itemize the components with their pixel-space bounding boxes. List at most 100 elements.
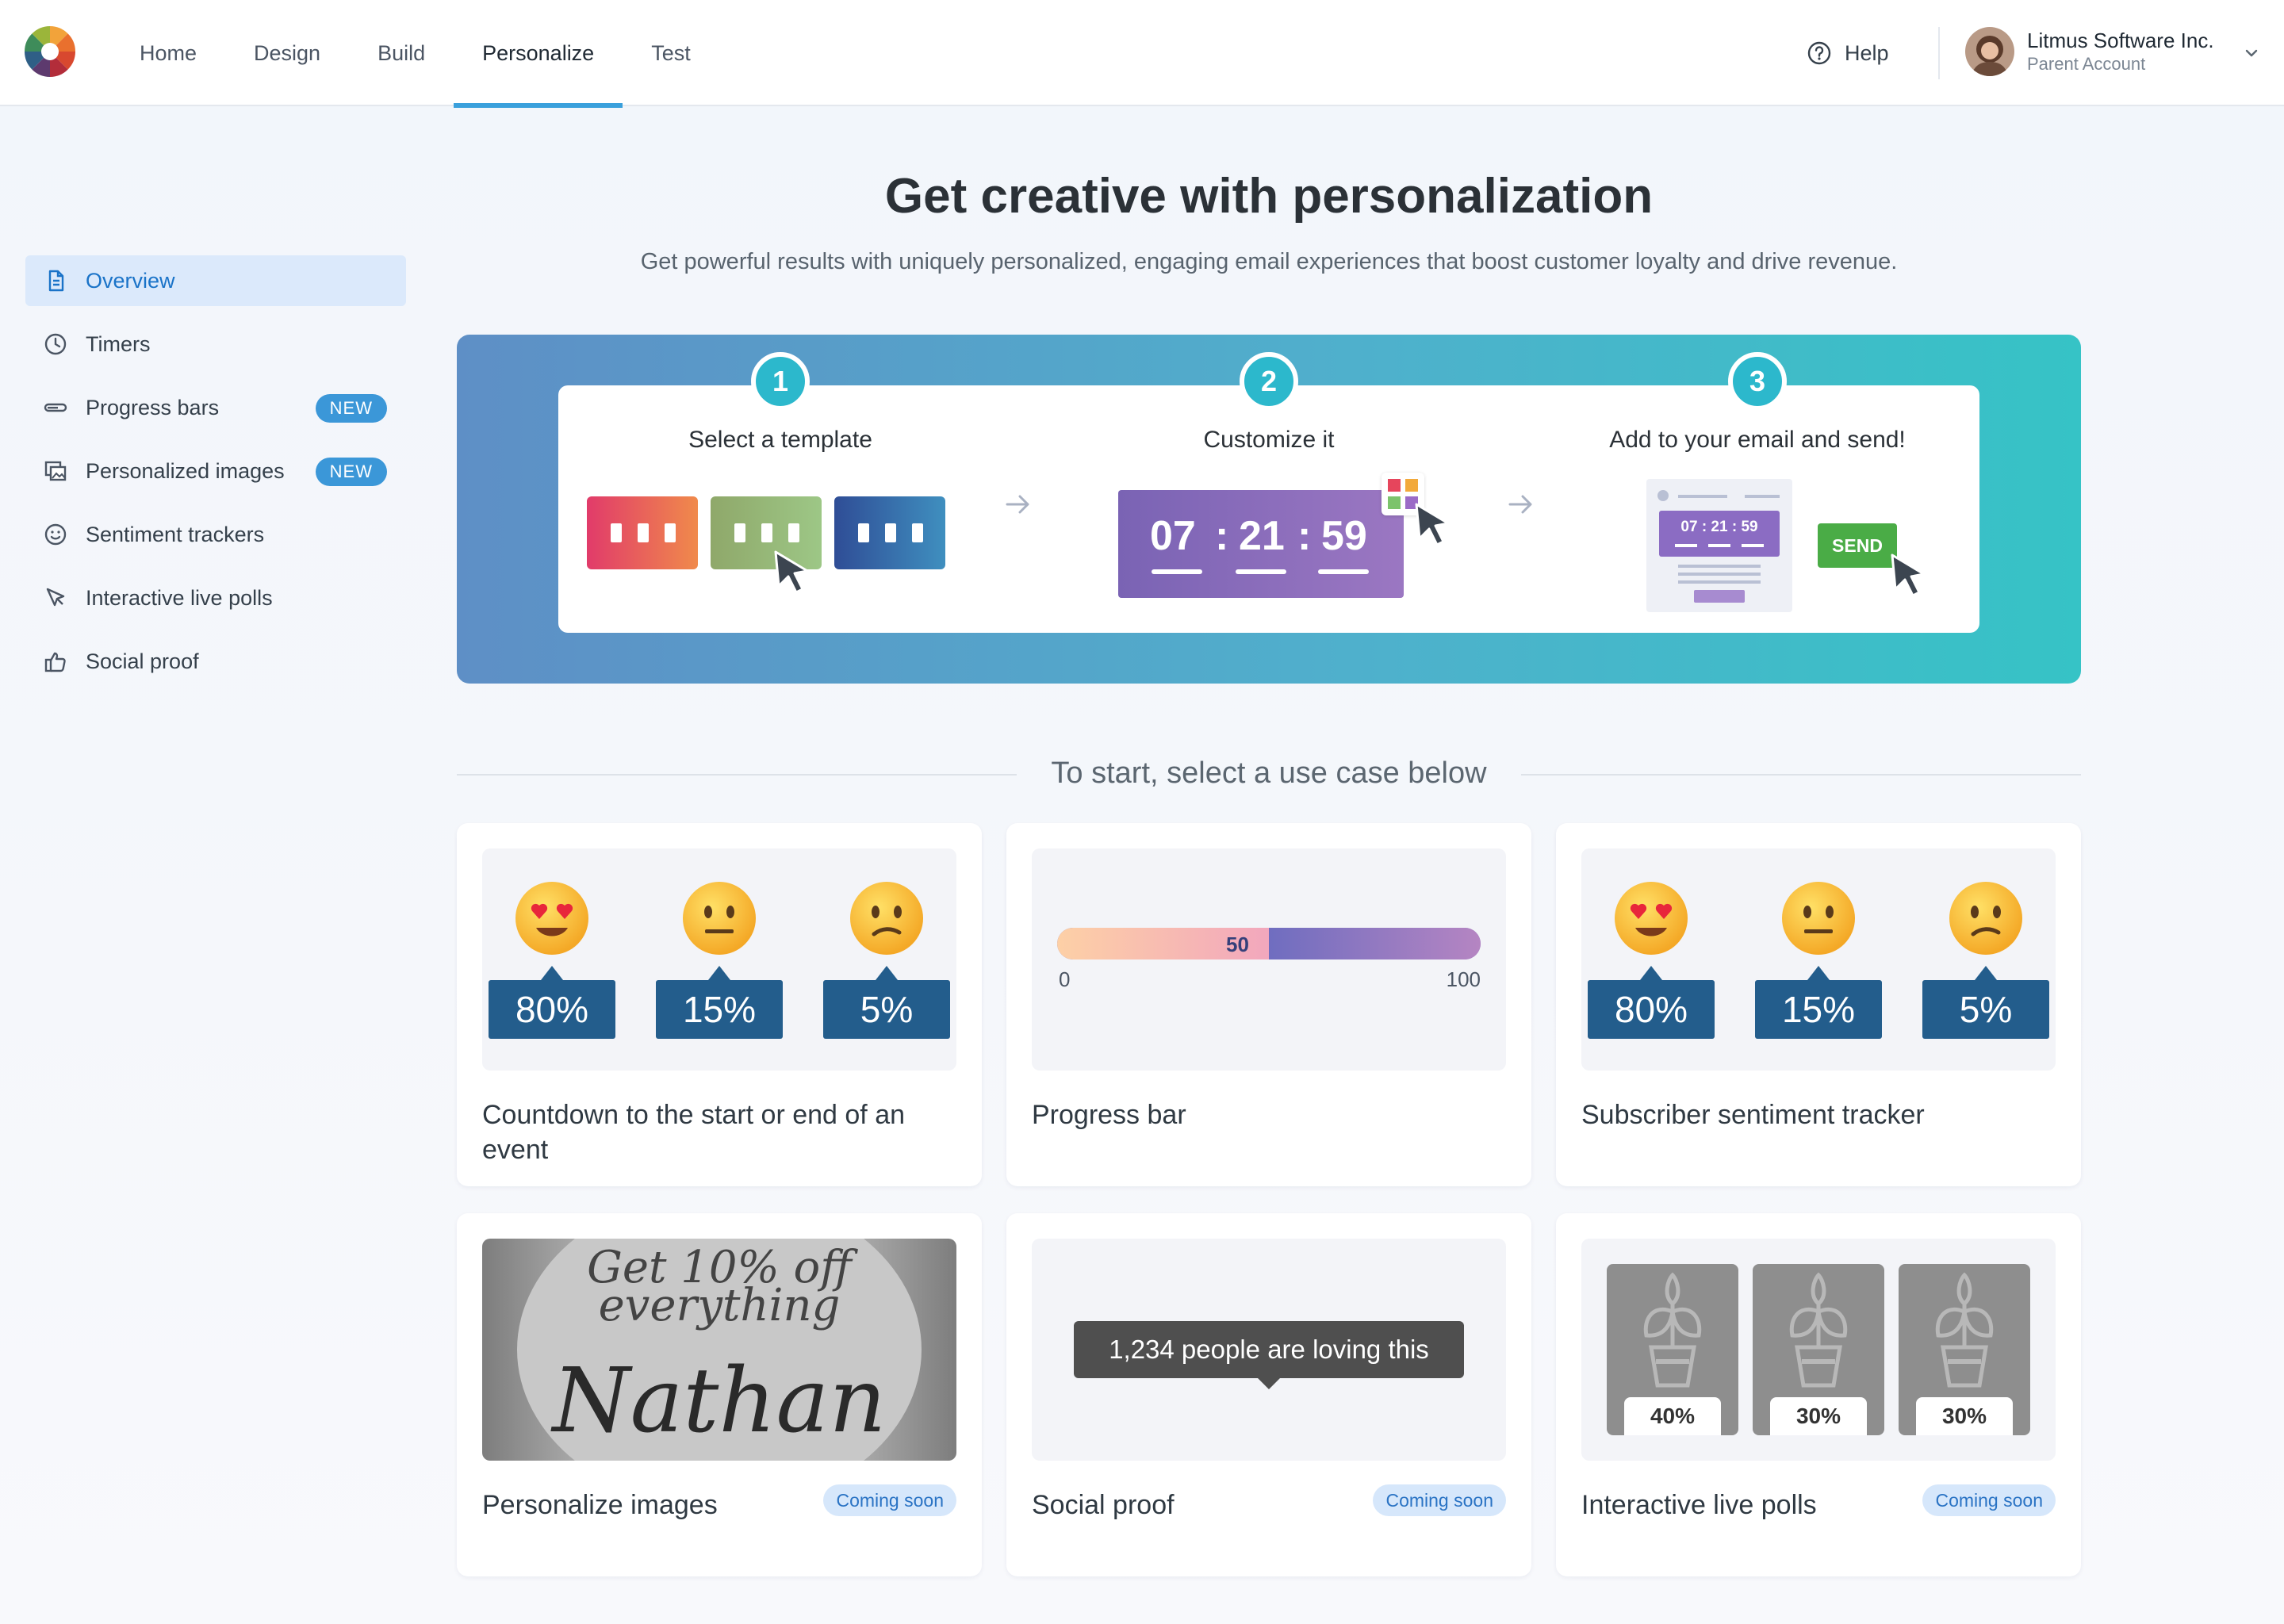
progress-thumbnail: 50 0 100 <box>1032 848 1506 1071</box>
poll-thumbnail: 40% 30% 30% <box>1581 1239 2056 1461</box>
section-divider: To start, select a use case below <box>457 752 2081 796</box>
poll-percent: 30% <box>1916 1397 2013 1435</box>
cursor-icon <box>46 588 65 607</box>
sidebar-item-sentiment-trackers[interactable]: Sentiment trackers <box>25 509 406 560</box>
poll-percent: 30% <box>1770 1397 1867 1435</box>
poll-option: 30% <box>1753 1264 1884 1435</box>
nav-personalize-label: Personalize <box>482 40 595 65</box>
use-case-card-progress-bar[interactable]: 50 0 100 Progress bar <box>1006 823 1531 1186</box>
pointer-cursor-icon <box>1891 553 1926 597</box>
step-label: Select a template <box>688 427 872 453</box>
social-proof-tooltip: 1,234 people are loving this <box>1074 1321 1464 1389</box>
sidebar-item-label: Timers <box>86 331 151 356</box>
litmus-logo-icon[interactable] <box>24 25 76 78</box>
thumbs-up-icon <box>44 652 66 672</box>
step-number: 3 <box>1728 352 1787 411</box>
nav-test-label: Test <box>651 40 691 65</box>
account-menu[interactable]: Litmus Software Inc. Parent Account <box>1965 27 2258 76</box>
use-case-card-countdown[interactable]: 80% 15% 5% Countdown to the start or end… <box>457 823 982 1186</box>
nav-home[interactable]: Home <box>111 0 225 106</box>
progress-remaining <box>1269 928 1481 959</box>
pointer-cursor-icon <box>774 550 809 594</box>
main-nav: Home Design Build Personalize Test <box>111 0 719 108</box>
chevron-down-icon[interactable] <box>2243 44 2260 62</box>
pointer-cursor-icon <box>1415 503 1450 546</box>
card-title: Countdown to the start or end of an even… <box>482 1100 906 1165</box>
timer-sep-2: : <box>1297 513 1312 559</box>
sidebar-item-progress-bars[interactable]: Progress bars NEW <box>25 382 406 433</box>
sidebar-item-interactive-live-polls[interactable]: Interactive live polls <box>25 573 406 623</box>
use-case-card-personalize-images[interactable]: Get 10% off everything Nathan Personaliz… <box>457 1213 982 1576</box>
sidebar-item-personalized-images[interactable]: Personalized images NEW <box>25 446 406 496</box>
nav-home-label: Home <box>140 40 197 65</box>
images-icon <box>44 461 67 481</box>
image-personalized-name: Nathan <box>552 1350 887 1453</box>
step-3: 3 Add to your email and send! 07 : 21 : … <box>1535 352 1979 633</box>
page-subtitle: Get powerful results with uniquely perso… <box>640 249 1898 274</box>
template-dots <box>611 523 923 542</box>
sentiment-percent: 5% <box>1922 966 2049 1039</box>
poll-option: 30% <box>1899 1264 2030 1435</box>
top-navigation-bar: Home Design Build Personalize Test Help … <box>0 0 2284 108</box>
sidebar-item-timers[interactable]: Timers <box>25 319 406 370</box>
sentiment-percent: 5% <box>823 966 950 1039</box>
plant-icon <box>1935 1272 1994 1388</box>
nav-personalize[interactable]: Personalize <box>454 0 623 108</box>
heart-eyes-emoji-icon <box>1615 882 1688 955</box>
page-title: Get creative with personalization <box>884 169 1654 224</box>
account-type: Parent Account <box>2027 54 2146 74</box>
step-2: 2 Customize it 07 : 21 : 59 <box>1047 352 1491 633</box>
smiley-icon <box>44 523 67 546</box>
coming-soon-badge: Coming soon <box>1922 1484 2056 1516</box>
timer-sep-1: : <box>1215 513 1229 559</box>
sidebar-item-label: Personalized images <box>86 458 285 483</box>
plant-icon <box>1643 1272 1702 1388</box>
new-badge: NEW <box>315 458 387 486</box>
steps-card: 1 Select a template 2 Customize it 07 : … <box>558 352 1979 633</box>
use-case-card-social-proof[interactable]: 1,234 people are loving this Social proo… <box>1006 1213 1531 1576</box>
nav-build[interactable]: Build <box>349 0 454 106</box>
mini-timer: 07 : 21 : 59 <box>1680 519 1758 535</box>
step-number: 1 <box>751 352 810 411</box>
clock-icon <box>44 333 67 355</box>
help-label: Help <box>1845 40 1889 65</box>
help-link[interactable]: Help <box>1807 35 1889 71</box>
progress-bar-icon <box>44 403 67 412</box>
neutral-face-emoji-icon <box>1782 882 1855 955</box>
timer-underline <box>1236 569 1286 574</box>
timer-underline <box>1152 569 1202 574</box>
sidebar-item-overview[interactable]: Overview <box>25 255 406 306</box>
sidebar-item-label: Social proof <box>86 649 199 673</box>
card-title: Progress bar <box>1032 1100 1186 1130</box>
neutral-face-emoji-icon <box>683 882 756 955</box>
sidebar-item-label: Progress bars <box>86 395 220 419</box>
heart-eyes-emoji-icon <box>515 882 588 955</box>
tooltip-text: 1,234 people are loving this <box>1109 1335 1429 1364</box>
email-preview: 07 : 21 : 59 <box>1646 479 1792 612</box>
document-icon <box>48 270 64 292</box>
step-label: Add to your email and send! <box>1609 427 1906 453</box>
nav-test[interactable]: Test <box>623 0 719 106</box>
nav-build-label: Build <box>377 40 426 65</box>
plant-icon <box>1789 1272 1848 1388</box>
avatar <box>1965 27 2014 76</box>
sentiment-thumbnail: 80% 15% 5% <box>482 848 956 1071</box>
help-circle-icon <box>1807 41 1831 65</box>
sidebar-item-label: Overview <box>86 268 175 293</box>
sentiment-percent: 15% <box>656 966 783 1039</box>
sentiment-percent: 80% <box>1588 966 1715 1039</box>
use-case-card-live-polls[interactable]: 40% 30% 30% Interactive live polls Comin… <box>1556 1213 2081 1576</box>
account-name: Litmus Software Inc. <box>2027 29 2214 52</box>
sentiment-percent: 15% <box>1755 966 1882 1039</box>
poll-option: 40% <box>1607 1264 1738 1435</box>
step-number: 2 <box>1240 352 1298 411</box>
nav-design[interactable]: Design <box>225 0 349 106</box>
use-case-card-sentiment-tracker[interactable]: 80% 15% 5% Subscriber sentiment tracker <box>1556 823 2081 1186</box>
timer-seconds: 59 <box>1321 513 1367 559</box>
sidebar-item-label: Interactive live polls <box>86 585 273 610</box>
sidebar-item-social-proof[interactable]: Social proof <box>25 636 406 687</box>
confused-face-emoji-icon <box>1949 882 2022 955</box>
timer-hours: 07 <box>1150 513 1196 559</box>
step-label: Customize it <box>1203 427 1335 453</box>
send-button-illustration: SEND <box>1818 523 1897 568</box>
